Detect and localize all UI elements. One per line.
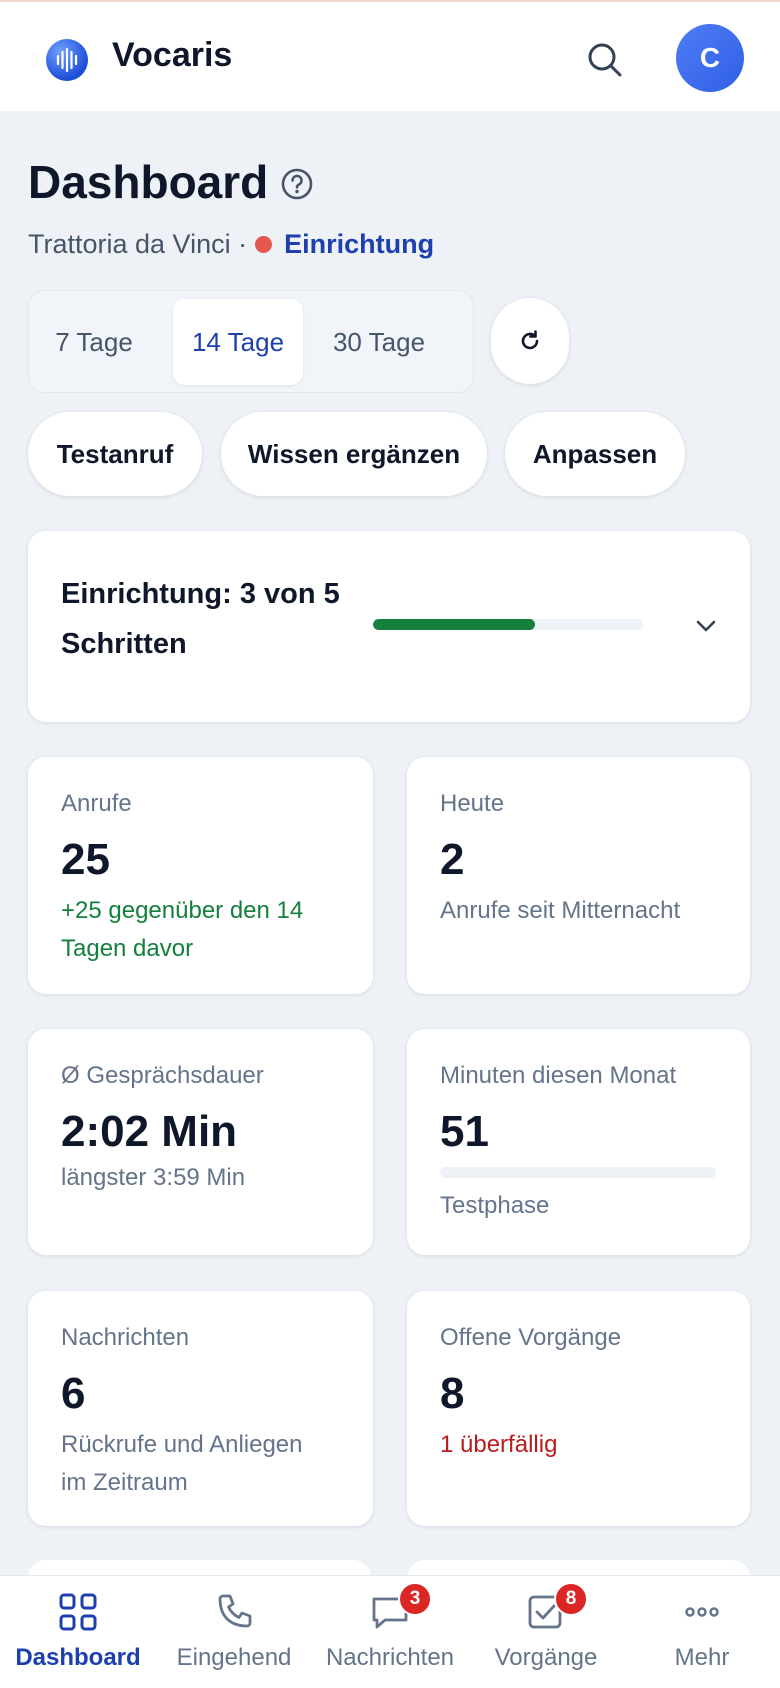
stat-card-calls[interactable]: Anrufe 25 +25 gegenüber den 14 Tagen dav… <box>28 757 373 994</box>
stat-note: 1 überfällig <box>440 1431 558 1458</box>
refresh-icon <box>521 330 539 350</box>
setup-progress-title: Einrichtung: 3 von 5 Schritten <box>61 578 340 660</box>
nav-item-messages[interactable]: 3 Nachrichten <box>312 1576 468 1688</box>
stat-value: 2 <box>440 835 465 884</box>
stat-label: Anrufe <box>61 790 132 817</box>
phone-icon <box>218 1594 252 1628</box>
nav-item-more[interactable]: Mehr <box>624 1576 780 1688</box>
stat-card-open-tasks[interactable]: Offene Vorgänge 8 1 überfällig <box>407 1291 750 1526</box>
page-subtitle: Trattoria da Vinci · Einrichtung <box>28 229 434 260</box>
date-range-selector: 7 Tage 14 Tage 30 Tage <box>28 290 474 393</box>
refresh-button[interactable] <box>491 298 569 384</box>
stat-card-minutes-month[interactable]: Minuten diesen Monat 51 Testphase <box>407 1029 750 1255</box>
top-app-bar: Vocaris C <box>0 0 780 111</box>
setup-status-link[interactable]: Einrichtung <box>284 229 434 260</box>
notification-badge: 8 <box>554 1582 588 1616</box>
stat-value: 51 <box>440 1107 489 1156</box>
stat-card-today[interactable]: Heute 2 Anrufe seit Mitternacht <box>407 757 750 994</box>
vocaris-logo-icon <box>46 39 88 81</box>
stat-value: 2:02 Min <box>61 1107 238 1156</box>
range-14-days-button[interactable]: 14 Tage <box>173 299 303 385</box>
nav-item-dashboard[interactable]: Dashboard <box>0 1576 156 1688</box>
search-icon <box>588 43 622 77</box>
test-call-button[interactable]: Testanruf <box>28 412 202 496</box>
notification-badge: 3 <box>398 1582 432 1616</box>
search-button[interactable] <box>583 38 627 82</box>
setup-progress-fill <box>373 619 535 630</box>
stat-label: Nachrichten <box>61 1324 190 1351</box>
stat-card-avg-duration[interactable]: Ø Gesprächsdauer 2:02 Min längster 3:59 … <box>28 1029 373 1255</box>
stat-value: 6 <box>61 1369 86 1418</box>
stat-value: 25 <box>61 835 110 884</box>
stat-label: Ø Gesprächsdauer <box>61 1062 264 1089</box>
stat-label: Heute <box>440 790 505 817</box>
business-name: Trattoria da Vinci · <box>28 229 248 259</box>
stat-note: längster 3:59 Min <box>61 1164 246 1191</box>
bottom-navigation: Dashboard Eingehend 3 Nachrichten 8 Vorg… <box>0 1575 780 1688</box>
user-avatar[interactable]: C <box>676 24 744 92</box>
customize-button[interactable]: Anpassen <box>505 412 685 496</box>
nav-label: Vorgänge <box>494 1644 598 1671</box>
app-name: Vocaris <box>112 36 233 74</box>
stat-note: Rückrufe und Anliegen im Zeitraum <box>61 1431 303 1496</box>
stat-note: Testphase <box>440 1192 550 1219</box>
range-7-days-button[interactable]: 7 Tage <box>37 299 151 385</box>
nav-label: Nachrichten <box>325 1644 455 1671</box>
nav-label: Eingehend <box>176 1644 292 1671</box>
range-30-days-button[interactable]: 30 Tage <box>315 299 443 385</box>
nav-label: Mehr <box>674 1644 730 1671</box>
more-dots-icon <box>685 1607 719 1617</box>
nav-label: Dashboard <box>15 1644 141 1671</box>
minutes-usage-bar <box>440 1167 716 1178</box>
chevron-down-icon[interactable] <box>691 611 721 641</box>
grid-icon <box>59 1593 97 1631</box>
stat-note: +25 gegenüber den 14 Tagen davor <box>61 897 304 962</box>
nav-item-tasks[interactable]: 8 Vorgänge <box>468 1576 624 1688</box>
add-knowledge-button[interactable]: Wissen ergänzen <box>221 412 487 496</box>
stat-label: Minuten diesen Monat <box>440 1062 677 1089</box>
status-dot-icon <box>255 236 273 253</box>
help-icon[interactable] <box>280 167 314 201</box>
setup-progress-card[interactable]: Einrichtung: 3 von 5 Schritten <box>28 531 750 722</box>
stat-card-messages[interactable]: Nachrichten 6 Rückrufe und Anliegen im Z… <box>28 1291 373 1526</box>
stat-value: 8 <box>440 1369 465 1418</box>
setup-progress-bar <box>373 619 643 630</box>
page-title: Dashboard <box>28 156 269 208</box>
nav-item-incoming[interactable]: Eingehend <box>156 1576 312 1688</box>
stat-note: Anrufe seit Mitternacht <box>440 897 681 924</box>
stat-label: Offene Vorgänge <box>440 1324 622 1351</box>
